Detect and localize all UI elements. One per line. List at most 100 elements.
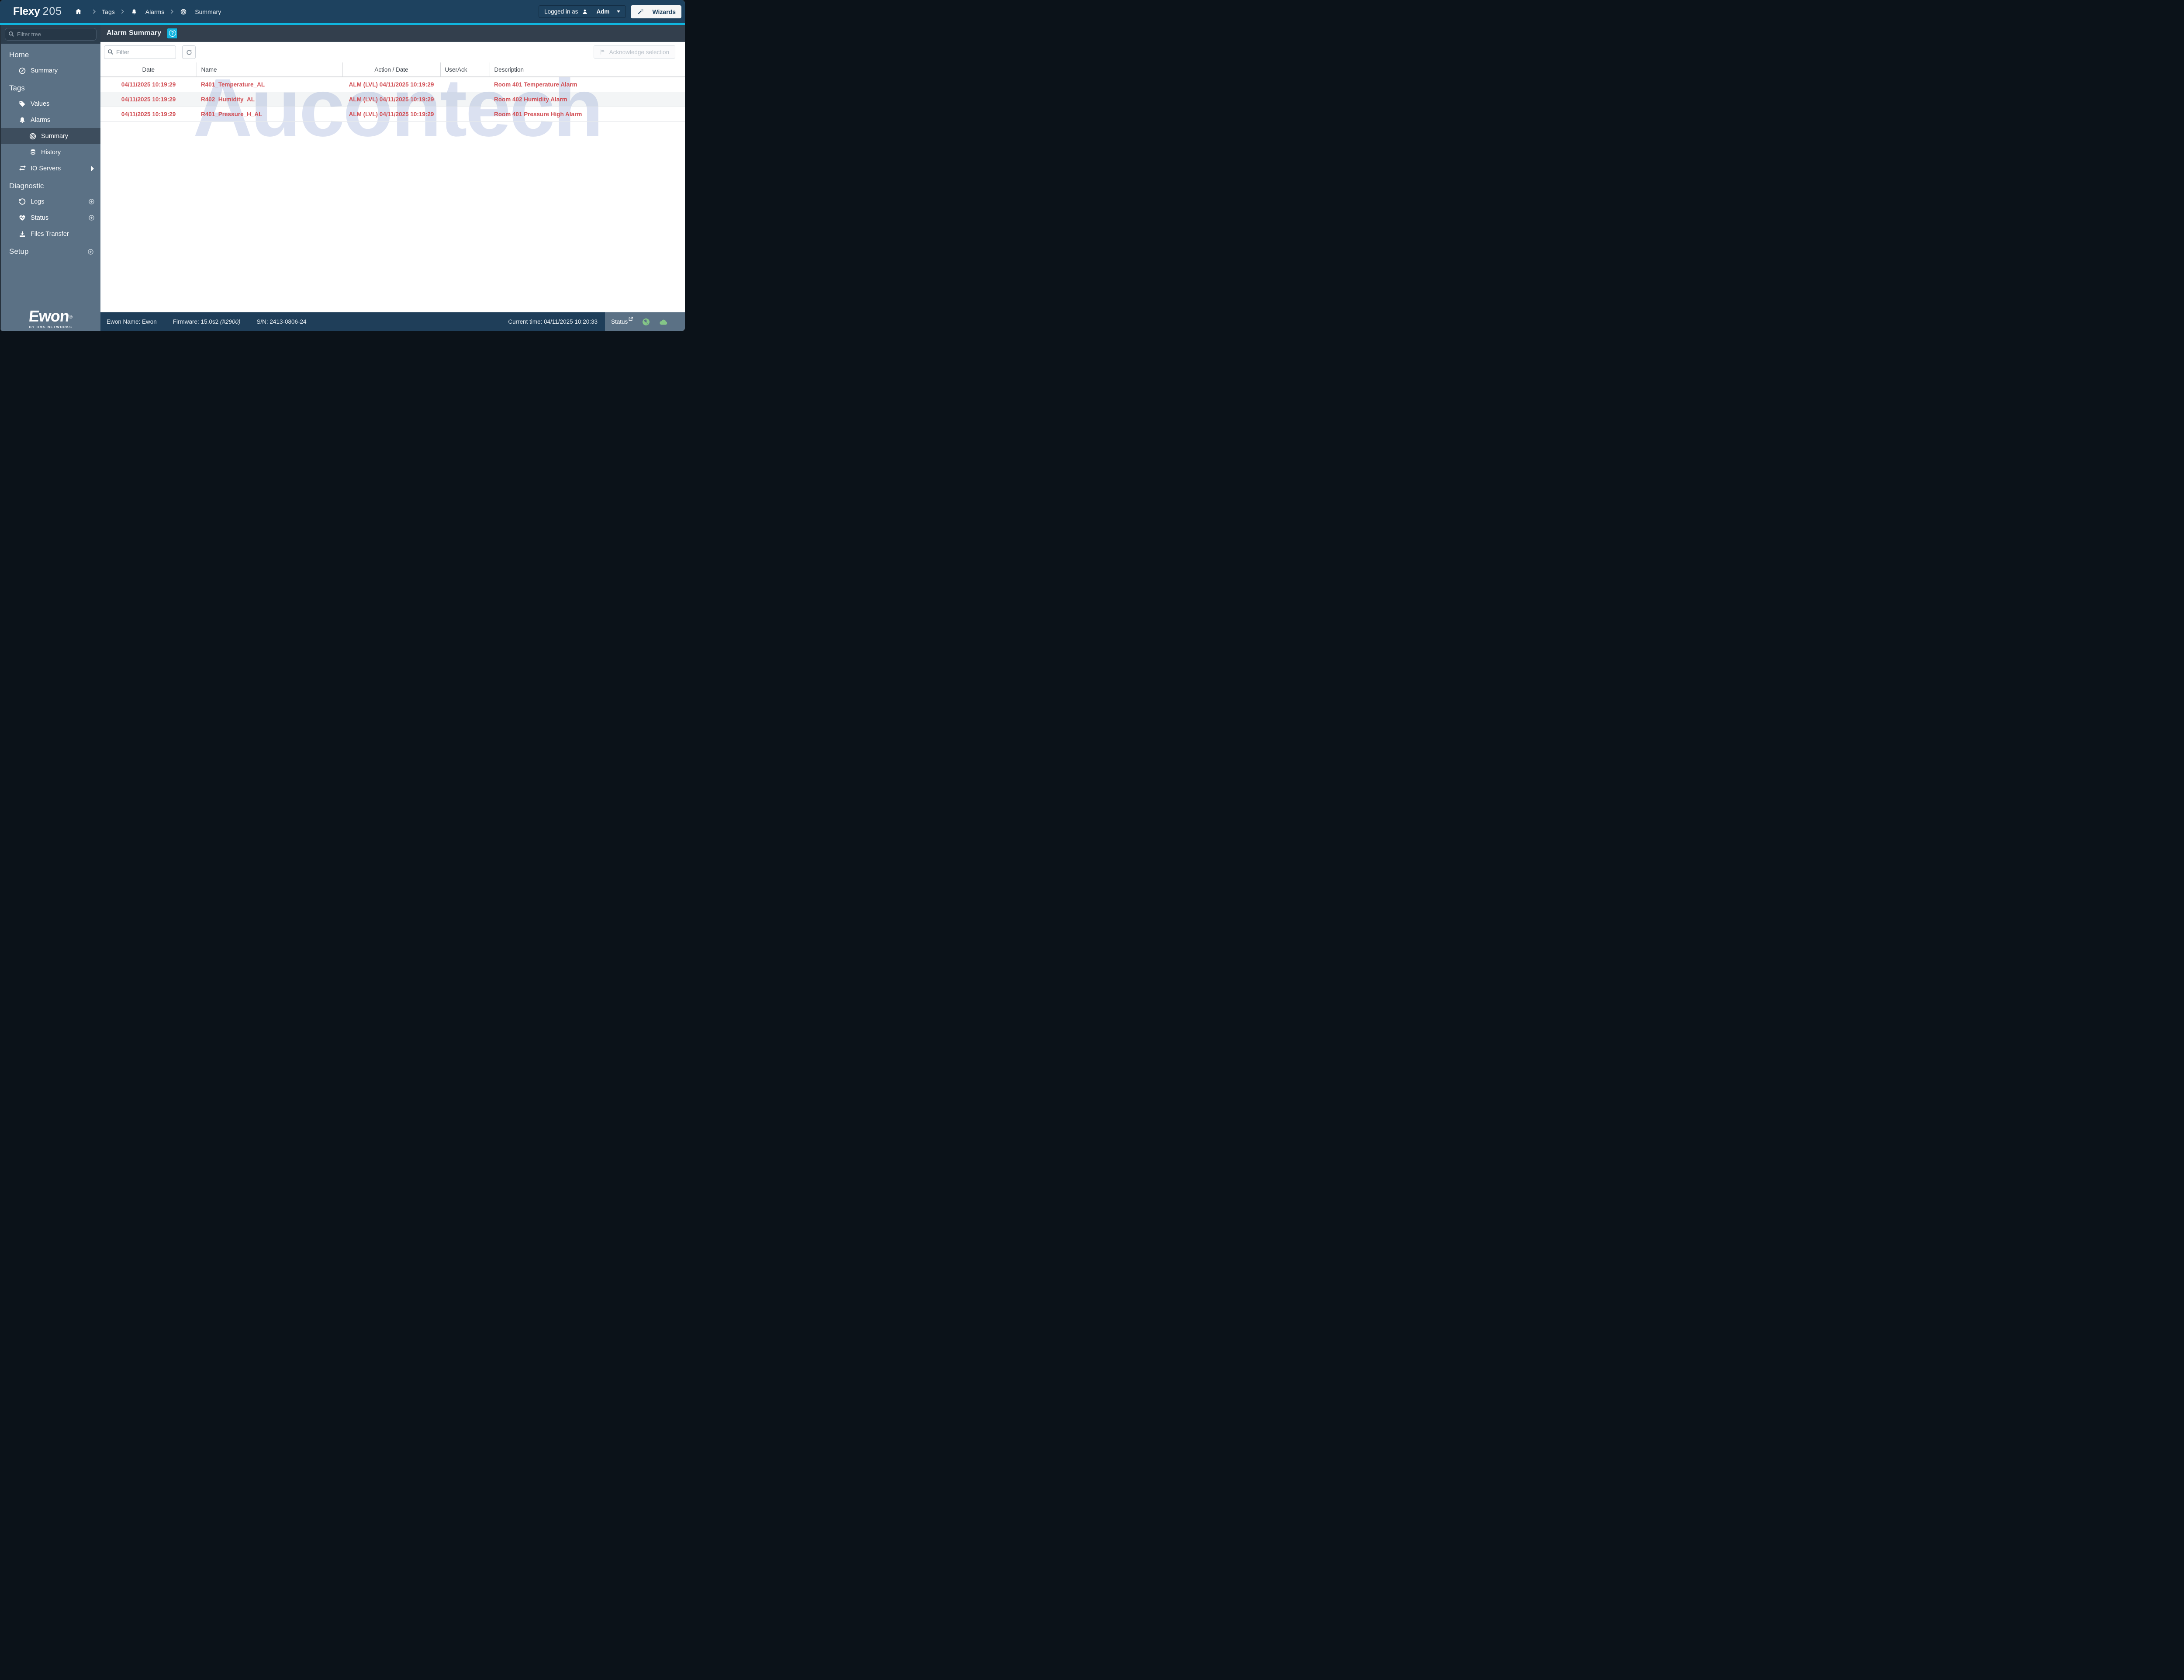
refresh-button[interactable]: [182, 45, 196, 59]
sidebar-section-home[interactable]: Home: [1, 45, 100, 62]
table-toolbar: Acknowledge selection: [100, 42, 685, 62]
alarm-table: Date Name Action / Date UserAck Descript…: [100, 62, 685, 122]
column-header-date[interactable]: Date: [100, 62, 197, 77]
footer-status-bar: Status: [605, 312, 685, 331]
sidebar-item-io-servers[interactable]: IO Servers: [1, 160, 100, 176]
section-home-label: Home: [9, 51, 29, 59]
breadcrumb-alarms-label: Alarms: [145, 8, 165, 15]
footer: Ewon Name: Ewon Firmware: 15.0s2 (#2900)…: [100, 312, 685, 331]
bell-icon: [18, 117, 26, 124]
firmware-build: (#2900): [220, 318, 241, 325]
alarm-description: Room 401 Pressure High Alarm: [490, 107, 685, 122]
caret-right-icon: [91, 166, 94, 171]
alarm-userack: [440, 92, 490, 107]
target-icon: [180, 9, 187, 15]
chevron-right-icon: [121, 9, 124, 14]
topbar-actions: Logged in as Adm Wizards: [539, 5, 681, 18]
bell-icon: [130, 9, 138, 15]
sidebar-item-label: Alarms: [31, 116, 51, 124]
chevron-right-icon: [93, 9, 96, 14]
sidebar-item-alarm-history[interactable]: History: [1, 144, 100, 160]
breadcrumb: Tags Alarms Summary: [74, 8, 221, 15]
flag-icon: [600, 49, 605, 55]
acknowledge-selection-label: Acknowledge selection: [609, 48, 669, 55]
breadcrumb-alarms[interactable]: Alarms: [130, 8, 165, 15]
chevron-right-icon: [170, 9, 174, 14]
wizards-button[interactable]: Wizards: [631, 5, 681, 18]
chevron-down-icon: [617, 10, 621, 13]
login-prefix-label: Logged in as: [544, 8, 578, 15]
sidebar: Home Summary Tags Values Alarms: [0, 25, 100, 331]
sidebar-item-status[interactable]: Status: [1, 210, 100, 226]
brand-model: 205: [42, 5, 62, 17]
breadcrumb-home[interactable]: [74, 8, 86, 15]
column-header-action-date[interactable]: Action / Date: [342, 62, 440, 77]
exchange-icon: [18, 165, 26, 172]
alarm-name: R402_Humidity_AL: [197, 92, 342, 107]
sidebar-item-label: Status: [31, 214, 49, 221]
alarm-date: 04/11/2025 10:19:29: [100, 92, 197, 107]
filter-tree-input[interactable]: [5, 28, 97, 41]
plus-circle-icon[interactable]: [88, 249, 93, 255]
column-header-name[interactable]: Name: [196, 62, 342, 77]
alarm-date: 04/11/2025 10:19:29: [100, 107, 197, 122]
alarm-row[interactable]: 04/11/2025 10:19:29 R402_Humidity_AL ALM…: [100, 92, 685, 107]
serial-number: S/N: 2413-0806-24: [256, 318, 307, 325]
sidebar-nav: Home Summary Tags Values Alarms Summary …: [1, 44, 100, 308]
breadcrumb-summary[interactable]: Summary: [180, 8, 221, 15]
heartbeat-icon: [18, 214, 26, 221]
top-bar: Flexy 205 Tags Alarms Summary Logged in …: [0, 0, 685, 23]
sidebar-item-label: Values: [31, 100, 50, 107]
alarm-summary-content: Aucontech Acknowledge selection: [100, 42, 685, 312]
sidebar-section-tags[interactable]: Tags: [1, 79, 100, 96]
sidebar-item-files-transfer[interactable]: Files Transfer: [1, 226, 100, 242]
alarm-row[interactable]: 04/11/2025 10:19:29 R401_Pressure_H_AL A…: [100, 107, 685, 122]
sidebar-item-label: Summary: [31, 67, 58, 74]
section-diagnostic-label: Diagnostic: [9, 182, 44, 190]
current-time: Current time: 04/11/2025 10:20:33: [508, 318, 598, 325]
plus-circle-icon[interactable]: [89, 215, 94, 221]
brand-name: Flexy: [13, 5, 40, 17]
wizards-label: Wizards: [652, 8, 676, 15]
alarm-userack: [440, 107, 490, 122]
column-header-userack[interactable]: UserAck: [440, 62, 490, 77]
refresh-icon: [186, 49, 192, 55]
plus-circle-icon[interactable]: [89, 199, 94, 204]
help-button[interactable]: ?: [167, 28, 178, 39]
history-icon: [18, 198, 26, 205]
alarm-description: Room 402 Humidity Alarm: [490, 92, 685, 107]
status-label: Status: [611, 318, 628, 325]
column-header-description[interactable]: Description: [489, 62, 685, 77]
sidebar-item-label: Summary: [41, 132, 69, 140]
sidebar-item-alarm-summary[interactable]: Summary: [1, 128, 100, 144]
user-icon: [581, 9, 589, 14]
alarm-date: 04/11/2025 10:19:29: [100, 77, 197, 92]
flexy-web-app: Flexy 205 Tags Alarms Summary Logged in …: [0, 0, 685, 331]
alarm-userack: [440, 77, 490, 92]
alarm-action-date: ALM (LVL) 04/11/2025 10:19:29: [342, 92, 440, 107]
alarm-filter-input[interactable]: [104, 45, 176, 59]
breadcrumb-summary-label: Summary: [195, 8, 221, 15]
firmware-text: Firmware: 15.0s2: [173, 318, 219, 325]
sidebar-section-diagnostic[interactable]: Diagnostic: [1, 176, 100, 194]
sidebar-item-values[interactable]: Values: [1, 96, 100, 112]
alarm-description: Room 401 Temperature Alarm: [490, 77, 685, 92]
status-link[interactable]: Status: [611, 317, 633, 325]
sidebar-section-setup[interactable]: Setup: [1, 242, 100, 259]
logged-in-user-menu[interactable]: Logged in as Adm: [539, 5, 626, 18]
sidebar-item-home-summary[interactable]: Summary: [1, 62, 100, 79]
search-icon: [8, 31, 14, 39]
home-icon: [74, 8, 82, 15]
internet-globe-icon: [642, 318, 650, 326]
acknowledge-selection-button[interactable]: Acknowledge selection: [593, 45, 675, 59]
ewon-logo-text: Ewon: [28, 307, 70, 325]
breadcrumb-tags[interactable]: Tags: [102, 8, 115, 15]
ewon-logo-subtext: BY HMS NETWORKS: [29, 325, 73, 329]
alarm-action-date: ALM (LVL) 04/11/2025 10:19:29: [342, 77, 440, 92]
question-icon: ?: [169, 30, 176, 37]
download-icon: [18, 231, 26, 238]
alarm-row[interactable]: 04/11/2025 10:19:29 R401_Temperature_AL …: [100, 77, 685, 92]
sidebar-item-logs[interactable]: Logs: [1, 194, 100, 210]
search-icon: [107, 49, 114, 57]
sidebar-item-alarms[interactable]: Alarms: [1, 112, 100, 128]
